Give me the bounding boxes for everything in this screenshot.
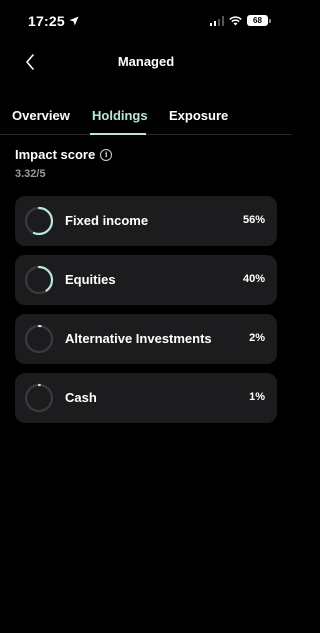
allocation-ring-icon bbox=[24, 383, 54, 413]
allocation-ring-icon bbox=[24, 265, 54, 295]
tab-holdings[interactable]: Holdings bbox=[92, 108, 148, 123]
info-icon[interactable]: i bbox=[100, 148, 113, 161]
wifi-icon bbox=[229, 15, 242, 25]
holding-card-fixed-income[interactable]: Fixed income 56% bbox=[15, 196, 277, 246]
impact-score-label: Impact score bbox=[15, 147, 96, 162]
clock-text: 17:25 bbox=[28, 13, 65, 29]
holding-name: Cash bbox=[65, 390, 97, 405]
allocation-ring-icon bbox=[24, 324, 54, 354]
active-tab-indicator bbox=[90, 133, 146, 135]
holding-name: Fixed income bbox=[65, 213, 149, 228]
holding-percent: 40% bbox=[242, 273, 265, 285]
allocation-ring-icon bbox=[24, 206, 54, 236]
location-arrow-icon bbox=[69, 16, 79, 26]
holding-card-cash[interactable]: Cash 1% bbox=[15, 373, 277, 423]
holding-name: Alternative Investments bbox=[65, 331, 212, 346]
impact-score-section: Impact score i 3.32/5 bbox=[15, 147, 113, 180]
holding-percent: 2% bbox=[249, 332, 265, 344]
holdings-list: Fixed income 56% Equities 40% Alternativ… bbox=[15, 196, 277, 432]
tab-overview[interactable]: Overview bbox=[12, 108, 70, 123]
tab-exposure[interactable]: Exposure bbox=[169, 108, 228, 123]
impact-score-label-row: Impact score i bbox=[15, 147, 113, 162]
signal-icon bbox=[210, 15, 224, 26]
page-title: Managed bbox=[117, 54, 175, 69]
status-bar: 17:25 68 bbox=[0, 0, 292, 44]
impact-score-value: 3.32/5 bbox=[15, 168, 46, 180]
holding-card-alternative-investments[interactable]: Alternative Investments 2% bbox=[15, 314, 277, 364]
status-icons: 68 bbox=[210, 15, 271, 26]
status-time: 17:25 bbox=[28, 13, 79, 29]
holding-percent: 56% bbox=[242, 214, 265, 226]
holding-percent: 1% bbox=[249, 391, 265, 403]
tab-bar: Overview Holdings Exposure bbox=[0, 100, 292, 135]
holding-name: Equities bbox=[65, 272, 116, 287]
holding-card-equities[interactable]: Equities 40% bbox=[15, 255, 277, 305]
battery-level: 68 bbox=[253, 16, 262, 25]
nav-header: Managed bbox=[0, 44, 292, 80]
battery-icon: 68 bbox=[247, 15, 271, 26]
